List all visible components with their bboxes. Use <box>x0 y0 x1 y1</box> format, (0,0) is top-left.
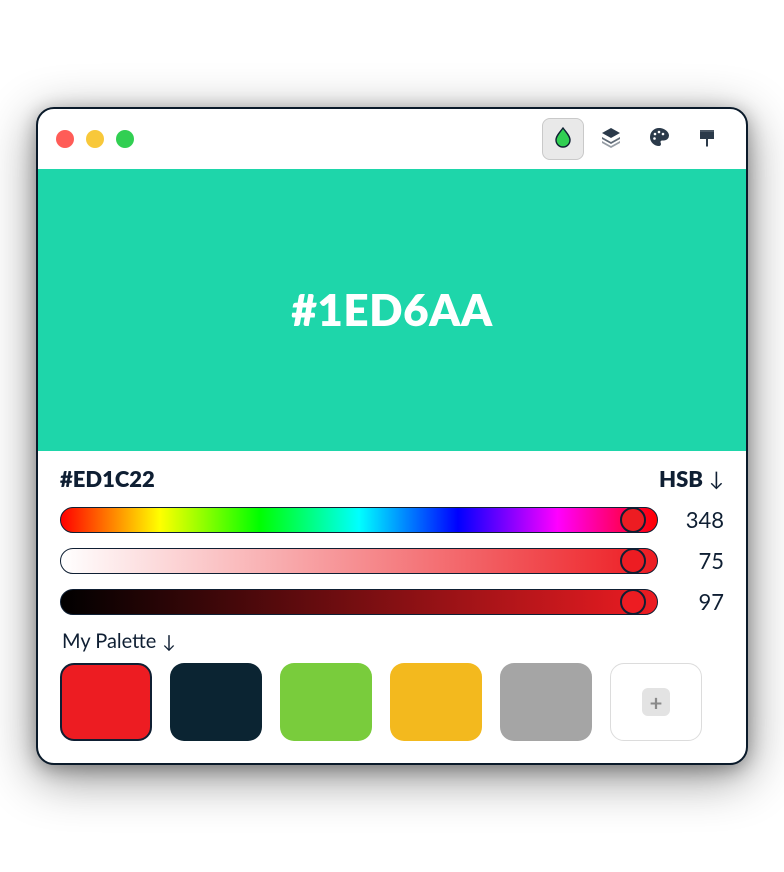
hue-thumb[interactable] <box>620 507 646 533</box>
minimize-window-button[interactable] <box>86 130 104 148</box>
close-window-button[interactable] <box>56 130 74 148</box>
palette-label: My Palette <box>62 629 156 653</box>
color-picker-window: #1ED6AA #ED1C22 HSB ↓ 348 75 <box>36 107 748 765</box>
brightness-value: 97 <box>676 588 724 615</box>
saturation-thumb[interactable] <box>620 548 646 574</box>
brightness-slider[interactable] <box>60 589 658 615</box>
saturation-slider-row: 75 <box>60 547 724 574</box>
palette-tool-button[interactable] <box>638 118 680 160</box>
layers-icon <box>599 125 623 153</box>
brightness-slider-row: 97 <box>60 588 724 615</box>
palette-swatch-1[interactable] <box>170 663 262 741</box>
color-preview[interactable]: #1ED6AA <box>38 169 746 451</box>
plus-icon: + <box>642 688 670 716</box>
toolbar <box>542 118 728 160</box>
saturation-value: 75 <box>676 547 724 574</box>
controls-panel: #ED1C22 HSB ↓ 348 75 97 My Palett <box>38 451 746 763</box>
add-swatch-button[interactable]: + <box>610 663 702 741</box>
color-mode-label: HSB <box>659 465 703 492</box>
titlebar <box>38 109 746 169</box>
layers-tool-button[interactable] <box>590 118 632 160</box>
hex-value[interactable]: #ED1C22 <box>60 465 155 492</box>
paintbrush-icon <box>695 125 719 153</box>
window-controls <box>56 130 134 148</box>
chevron-down-icon: ↓ <box>162 630 176 652</box>
palette-swatch-2[interactable] <box>280 663 372 741</box>
palette-icon <box>647 125 671 153</box>
palette-row: + <box>60 663 724 741</box>
palette-selector[interactable]: My Palette ↓ <box>62 629 724 653</box>
palette-swatch-4[interactable] <box>500 663 592 741</box>
palette-swatch-0[interactable] <box>60 663 152 741</box>
hue-slider[interactable] <box>60 507 658 533</box>
zoom-window-button[interactable] <box>116 130 134 148</box>
droplet-icon <box>551 125 575 153</box>
chevron-down-icon: ↓ <box>709 467 724 491</box>
hue-value: 348 <box>676 506 724 533</box>
dropper-tool-button[interactable] <box>542 118 584 160</box>
color-preview-hex: #1ED6AA <box>291 284 492 336</box>
picker-header: #ED1C22 HSB ↓ <box>60 465 724 492</box>
brush-tool-button[interactable] <box>686 118 728 160</box>
palette-swatch-3[interactable] <box>390 663 482 741</box>
hue-slider-row: 348 <box>60 506 724 533</box>
saturation-slider[interactable] <box>60 548 658 574</box>
color-mode-selector[interactable]: HSB ↓ <box>659 465 724 492</box>
brightness-thumb[interactable] <box>620 589 646 615</box>
